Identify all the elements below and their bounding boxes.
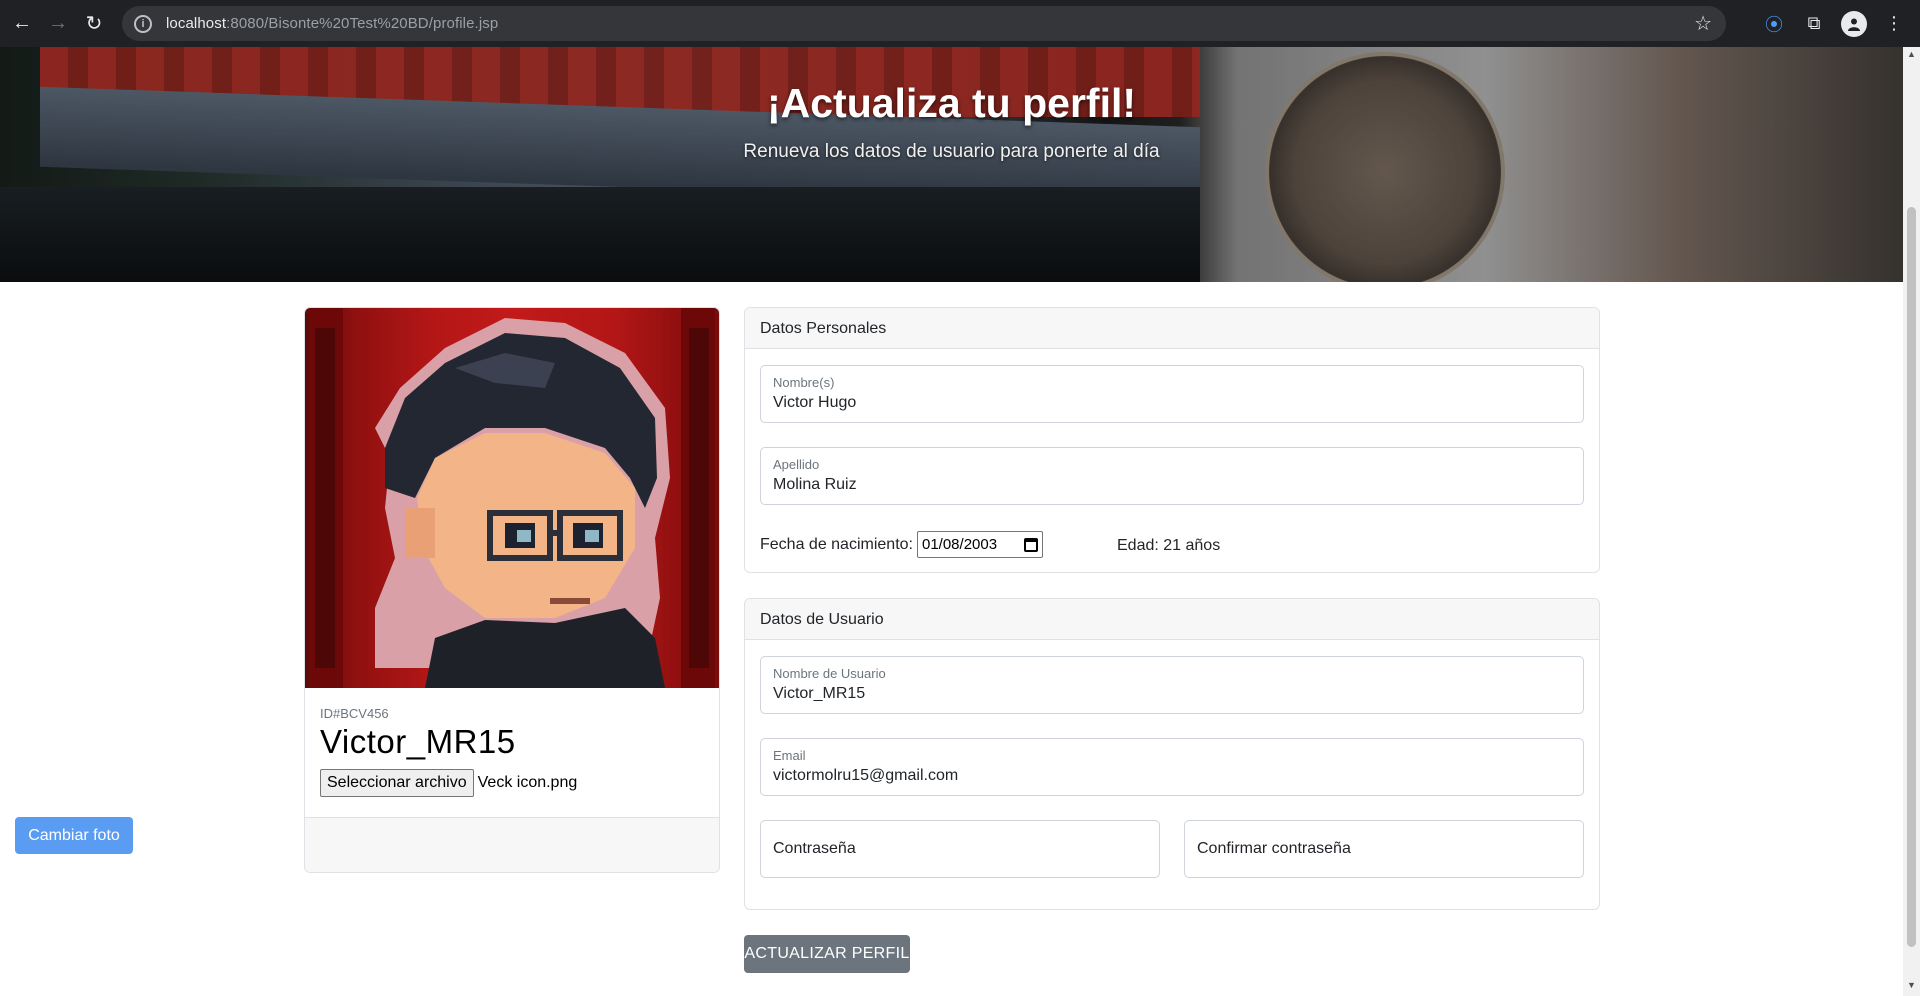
email-label: Email <box>773 748 806 763</box>
calendar-icon[interactable] <box>1023 537 1038 552</box>
media-cast-icon[interactable]: ⦿ <box>1754 4 1794 44</box>
scroll-thumb[interactable] <box>1907 207 1916 947</box>
birthdate-label: Fecha de nacimiento: <box>760 535 913 553</box>
personal-data-card: Datos Personales Nombre(s) Victor Hugo A… <box>744 307 1600 573</box>
last-name-label: Apellido <box>773 457 820 472</box>
profile-id: ID#BCV456 <box>320 706 389 721</box>
username-field[interactable]: Nombre de Usuario Victor_MR15 <box>760 656 1584 714</box>
age-text: Edad: 21 años <box>1117 537 1221 554</box>
site-info-icon[interactable]: i <box>134 14 152 33</box>
password-field[interactable]: Contraseña <box>760 820 1160 878</box>
last-name-field[interactable]: Apellido Molina Ruiz <box>760 447 1584 505</box>
selected-file-name: Veck icon.png <box>477 774 578 791</box>
address-bar[interactable]: i localhost:8080/Bisonte%20Test%20BD/pro… <box>122 6 1726 41</box>
profile-card-footer <box>305 817 719 872</box>
page-title: ¡Actualiza tu perfil! <box>766 80 1137 126</box>
url-path: :8080/Bisonte%20Test%20BD/profile.jsp <box>226 15 499 32</box>
browser-toolbar: ← → ↻ i localhost:8080/Bisonte%20Test%20… <box>0 0 1920 47</box>
birthdate-value: 01/08/2003 <box>921 536 998 553</box>
email-value: victormolru15@gmail.com <box>773 767 959 784</box>
last-name-value: Molina Ruiz <box>773 476 857 493</box>
profile-avatar-icon <box>1841 10 1867 37</box>
profile-username: Victor_MR15 <box>320 723 516 760</box>
url-text[interactable]: localhost:8080/Bisonte%20Test%20BD/profi… <box>166 15 498 32</box>
hero-banner: ¡Actualiza tu perfil! Renueva los datos … <box>0 47 1903 282</box>
user-data-header: Datos de Usuario <box>745 599 1599 640</box>
menu-kebab-icon[interactable]: ⋮ <box>1874 4 1914 44</box>
scroll-up-icon[interactable]: ▲ <box>1906 49 1917 63</box>
birthdate-input[interactable]: 01/08/2003 <box>916 531 1043 558</box>
scroll-down-icon[interactable]: ▼ <box>1906 980 1917 994</box>
birthdate-row: Fecha de nacimiento: 01/08/2003 <box>760 531 1043 558</box>
profile-card: ID#BCV456 Victor_MR15 Seleccionar archiv… <box>304 307 720 873</box>
confirm-password-field[interactable]: Confirmar contraseña <box>1184 820 1584 878</box>
forward-icon[interactable]: → <box>40 6 76 42</box>
pixel-avatar-image <box>309 308 715 688</box>
back-icon[interactable]: ← <box>4 6 40 42</box>
file-input[interactable]: Seleccionar archivo Veck icon.png <box>320 769 710 797</box>
user-data-card: Datos de Usuario Nombre de Usuario Victo… <box>744 598 1600 910</box>
url-host: localhost <box>166 15 227 32</box>
extensions-icon[interactable]: ⧉ <box>1794 4 1834 44</box>
profile-card-body: ID#BCV456 Victor_MR15 Seleccionar archiv… <box>320 706 710 797</box>
reload-icon[interactable]: ↻ <box>76 6 112 42</box>
update-profile-button[interactable]: ACTUALIZAR PERFIL <box>744 935 910 973</box>
select-file-button[interactable]: Seleccionar archivo <box>320 769 474 797</box>
profile-icon[interactable] <box>1834 4 1874 44</box>
page-subtitle: Renueva los datos de usuario para ponert… <box>743 141 1160 162</box>
change-photo-button[interactable]: Cambiar foto <box>15 817 133 854</box>
profile-photo <box>305 308 719 688</box>
bookmark-star-icon[interactable]: ☆ <box>1694 11 1712 36</box>
confirm-password-placeholder: Confirmar contraseña <box>1197 840 1351 857</box>
password-placeholder: Contraseña <box>773 840 856 857</box>
username-value: Victor_MR15 <box>773 685 866 702</box>
username-label: Nombre de Usuario <box>773 666 886 681</box>
first-name-field[interactable]: Nombre(s) Victor Hugo <box>760 365 1584 423</box>
email-field[interactable]: Email victormolru15@gmail.com <box>760 738 1584 796</box>
page-scrollbar[interactable]: ▲ ▼ <box>1903 47 1920 996</box>
first-name-value: Victor Hugo <box>773 394 857 411</box>
personal-data-header: Datos Personales <box>745 308 1599 349</box>
first-name-label: Nombre(s) <box>773 375 835 390</box>
